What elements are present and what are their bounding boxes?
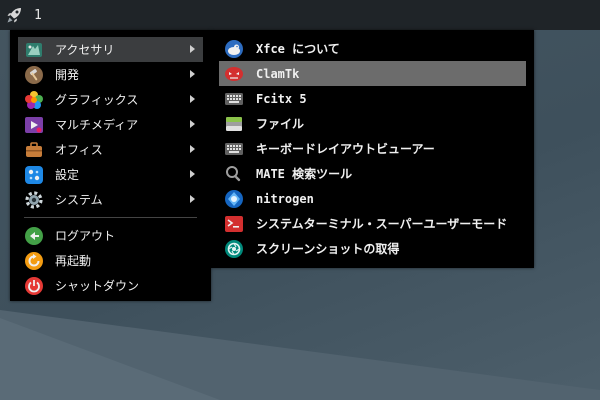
- submenu-item-nitrogen[interactable]: nitrogen: [219, 186, 526, 211]
- menu-item-label: 設定: [55, 168, 80, 182]
- menu-item-restart[interactable]: 再起動: [18, 248, 203, 273]
- workspace-indicator[interactable]: 1: [34, 8, 42, 23]
- menu-item-settings[interactable]: 設定: [18, 162, 203, 187]
- menu-item-shutdown[interactable]: シャットダウン: [18, 273, 203, 298]
- submenu-item-keyboard-layout-viewer[interactable]: キーボードレイアウトビューアー: [219, 136, 526, 161]
- menu-item-development[interactable]: 開発: [18, 62, 203, 87]
- menu-item-label: アクセサリ: [55, 43, 115, 57]
- top-panel: 1: [0, 0, 600, 30]
- submenu-arrow-icon: [190, 170, 195, 178]
- submenu-item-label: MATE 検索ツール: [256, 167, 353, 181]
- restart-icon: [24, 251, 44, 271]
- graphics-icon: [24, 90, 44, 110]
- menu-item-system[interactable]: システム: [18, 187, 203, 212]
- keyboard-icon: [224, 139, 244, 159]
- menu-item-label: マルチメディア: [55, 118, 139, 132]
- gear-icon: [24, 190, 44, 210]
- menu-item-multimedia[interactable]: マルチメディア: [18, 112, 203, 137]
- menu-item-logout[interactable]: ログアウト: [18, 223, 203, 248]
- menu-item-label: オフィス: [55, 143, 103, 157]
- xfce-mouse-icon: [224, 39, 244, 59]
- menu-item-label: ログアウト: [55, 229, 116, 243]
- file-manager-icon: [224, 114, 244, 134]
- submenu-item-label: ファイル: [256, 117, 305, 131]
- menu-item-label: 再起動: [55, 254, 92, 268]
- logout-icon: [24, 226, 44, 246]
- submenu-arrow-icon: [190, 120, 195, 128]
- keyboard-icon: [224, 89, 244, 109]
- menu-item-label: シャットダウン: [55, 279, 140, 293]
- submenu-item-label: キーボードレイアウトビューアー: [256, 142, 435, 156]
- menu-item-graphics[interactable]: グラフィックス: [18, 87, 203, 112]
- submenu-item-root-terminal[interactable]: システムターミナル・スーパーユーザーモード: [219, 211, 526, 236]
- menu-separator: [24, 217, 197, 218]
- application-menu: アクセサリ 開発 グラフィックス マルチメディア オフィス 設定 システム ログ…: [10, 30, 211, 301]
- menu-item-office[interactable]: オフィス: [18, 137, 203, 162]
- submenu-item-label: Xfce について: [256, 42, 340, 56]
- nitrogen-icon: [224, 189, 244, 209]
- submenu-item-mate-search-tool[interactable]: MATE 検索ツール: [219, 161, 526, 186]
- submenu-item-label: nitrogen: [256, 191, 314, 206]
- submenu-arrow-icon: [190, 95, 195, 103]
- accessories-icon: [24, 40, 44, 60]
- briefcase-icon: [24, 140, 44, 160]
- magnifier-icon: [224, 164, 244, 184]
- menu-item-label: グラフィックス: [55, 93, 139, 107]
- submenu-item-fcitx5[interactable]: Fcitx 5: [219, 86, 526, 111]
- terminal-icon: [224, 214, 244, 234]
- submenu-item-files[interactable]: ファイル: [219, 111, 526, 136]
- menu-item-accessories[interactable]: アクセサリ: [18, 37, 203, 62]
- submenu-item-screenshot[interactable]: スクリーンショットの取得: [219, 236, 526, 261]
- menu-item-label: システム: [55, 193, 103, 207]
- submenu-item-label: システムターミナル・スーパーユーザーモード: [256, 217, 508, 231]
- submenu-arrow-icon: [190, 70, 195, 78]
- power-icon: [24, 276, 44, 296]
- settings-icon: [24, 165, 44, 185]
- submenu-item-label: スクリーンショットの取得: [256, 242, 400, 256]
- accessories-submenu: Xfce について ClamTk Fcitx 5 ファイル キーボードレイアウト…: [211, 30, 534, 268]
- submenu-arrow-icon: [190, 45, 195, 53]
- submenu-item-label: Fcitx 5: [256, 91, 307, 106]
- submenu-arrow-icon: [190, 145, 195, 153]
- multimedia-icon: [24, 115, 44, 135]
- hammer-icon: [24, 65, 44, 85]
- submenu-item-label: ClamTk: [256, 66, 300, 81]
- submenu-item-about-xfce[interactable]: Xfce について: [219, 36, 526, 61]
- screenshot-icon: [224, 239, 244, 259]
- rocket-icon[interactable]: [0, 0, 30, 30]
- submenu-item-clamtk[interactable]: ClamTk: [219, 61, 526, 86]
- menu-item-label: 開発: [55, 68, 80, 82]
- submenu-arrow-icon: [190, 195, 195, 203]
- clamtk-icon: [224, 64, 244, 84]
